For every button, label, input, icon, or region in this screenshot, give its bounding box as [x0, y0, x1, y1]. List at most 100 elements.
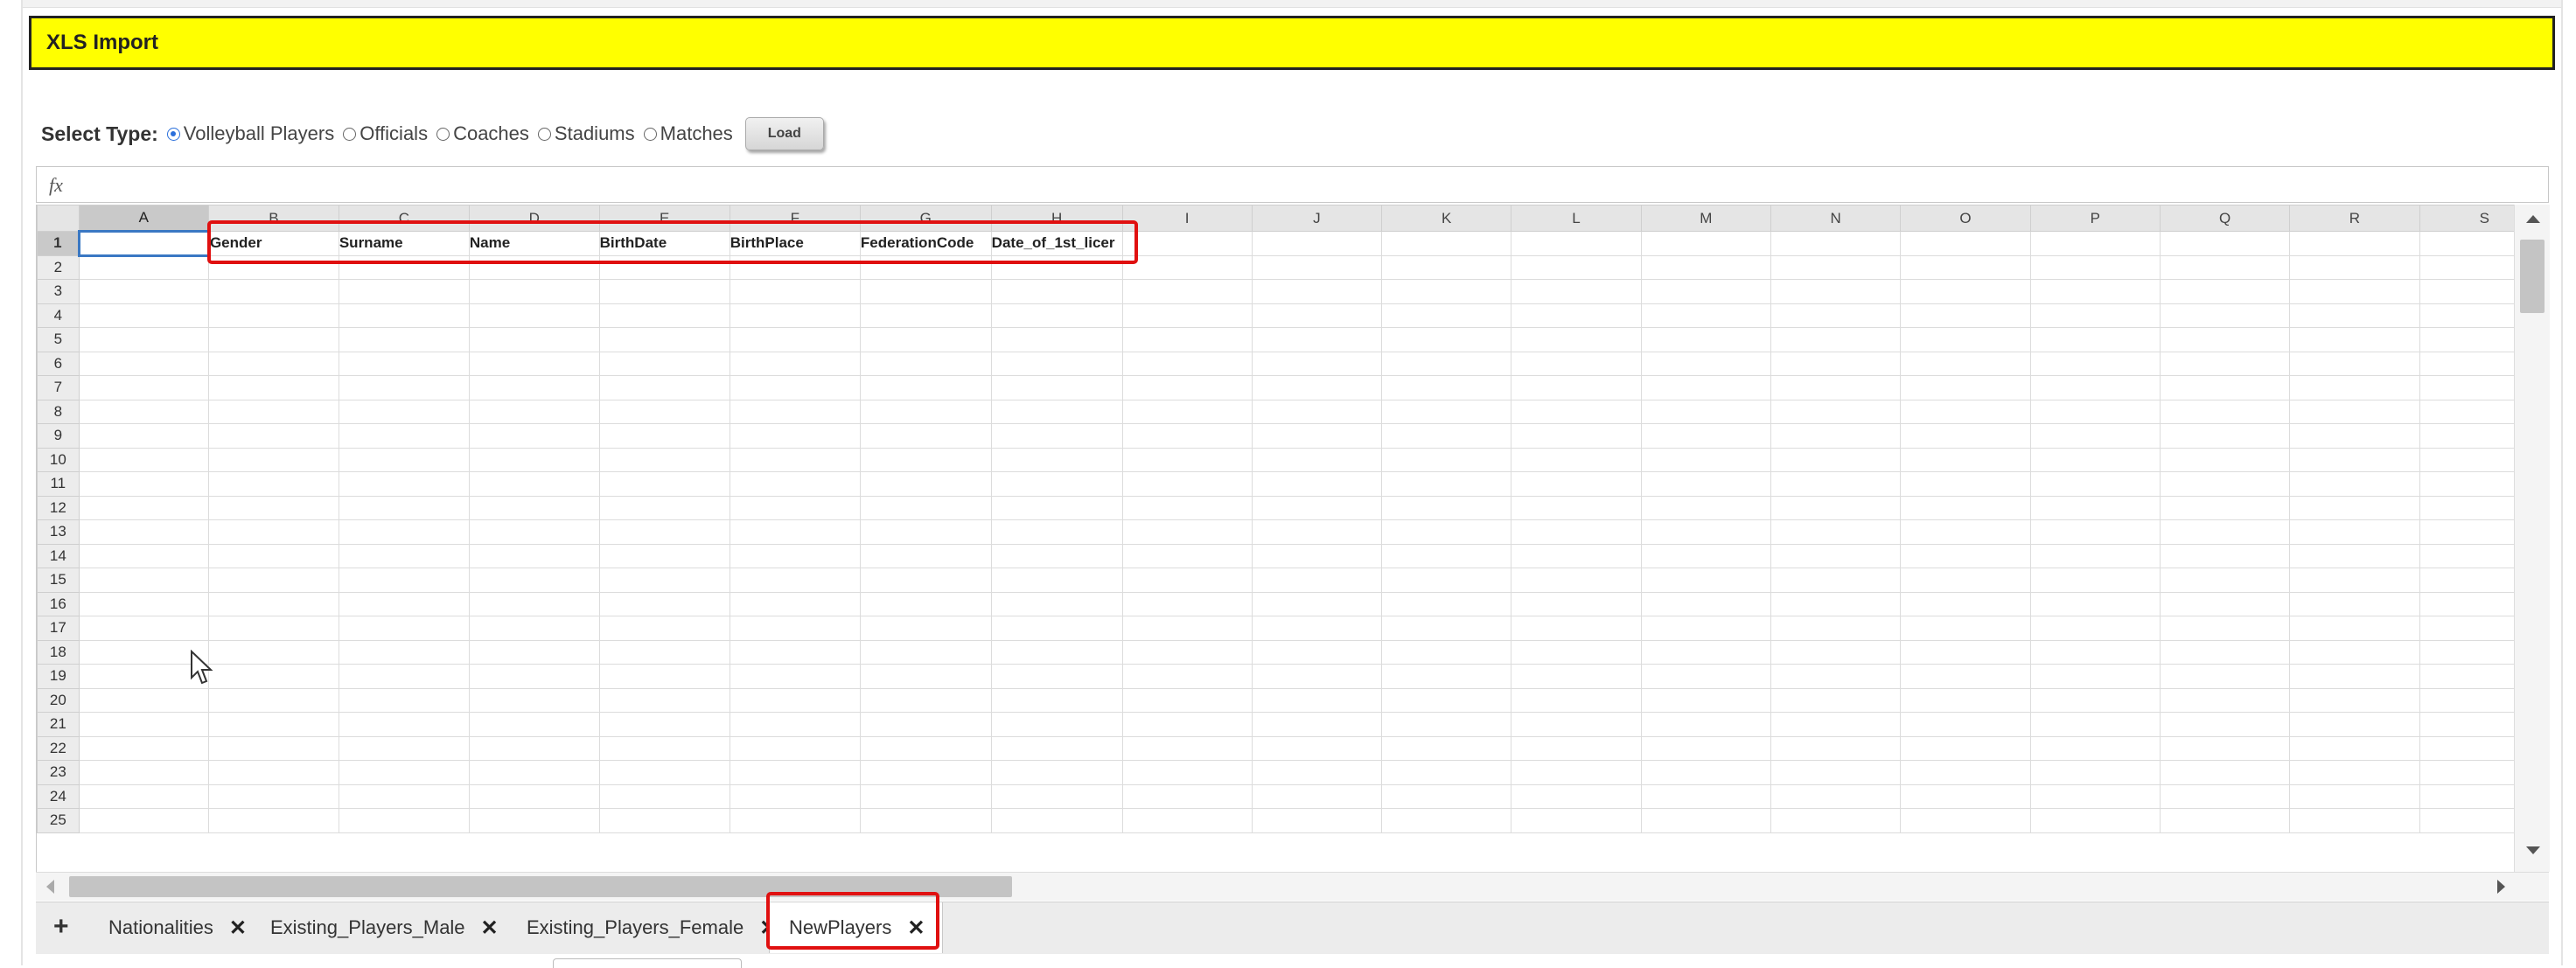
cell[interactable] [598, 616, 730, 641]
cell[interactable] [207, 591, 339, 616]
cell[interactable] [1511, 664, 1642, 689]
cell[interactable] [598, 664, 730, 689]
cell[interactable] [1511, 760, 1642, 785]
cell[interactable] [2289, 808, 2420, 833]
column-header[interactable]: Q [2159, 205, 2291, 232]
cell[interactable] [598, 375, 730, 400]
cell[interactable] [859, 735, 992, 761]
cell[interactable] [78, 591, 209, 616]
cell[interactable] [2029, 639, 2161, 665]
cell[interactable] [338, 760, 470, 785]
scroll-down-icon[interactable] [2526, 846, 2540, 854]
row-header[interactable]: 6 [37, 351, 80, 376]
cell[interactable] [1381, 808, 1512, 833]
cell[interactable] [1251, 399, 1383, 424]
cell[interactable] [1900, 447, 2031, 472]
cell[interactable] [2159, 375, 2291, 400]
cell[interactable] [729, 423, 861, 449]
cell[interactable] [2029, 568, 2161, 593]
cell[interactable] [729, 303, 861, 328]
spreadsheet-grid[interactable]: A B C D E F G H I J K L M N O P Q R S 1 … [36, 205, 2550, 872]
cell[interactable] [1251, 447, 1383, 472]
cell[interactable] [338, 327, 470, 352]
cell[interactable] [1381, 303, 1512, 328]
radio-matches[interactable]: Matches [643, 122, 733, 145]
cell[interactable] [1770, 399, 1902, 424]
cell[interactable] [1900, 616, 2031, 641]
cell[interactable] [990, 279, 1123, 304]
cell[interactable] [598, 735, 730, 761]
row-header[interactable]: 8 [37, 399, 80, 424]
cell[interactable] [1121, 423, 1253, 449]
cell[interactable] [207, 375, 339, 400]
cell[interactable] [1381, 327, 1512, 352]
cell[interactable] [338, 664, 470, 689]
cell[interactable] [338, 254, 470, 280]
column-header[interactable]: E [598, 205, 730, 232]
cell[interactable] [1121, 783, 1253, 809]
cell[interactable] [1511, 543, 1642, 568]
cell[interactable] [1640, 399, 1771, 424]
cell[interactable] [1121, 591, 1253, 616]
cell[interactable] [338, 687, 470, 713]
cell[interactable] [859, 375, 992, 400]
cell[interactable] [1121, 519, 1253, 545]
cell[interactable] [598, 783, 730, 809]
cell[interactable] [1381, 471, 1512, 497]
cell[interactable] [1511, 783, 1642, 809]
cell[interactable] [2159, 303, 2291, 328]
cell[interactable] [859, 254, 992, 280]
cell[interactable] [1900, 279, 2031, 304]
cell[interactable] [598, 279, 730, 304]
cell[interactable] [859, 471, 992, 497]
cell[interactable] [2029, 712, 2161, 737]
cell[interactable] [598, 254, 730, 280]
cell[interactable] [1381, 760, 1512, 785]
cell[interactable] [207, 712, 339, 737]
cell[interactable] [2029, 254, 2161, 280]
cell-h1[interactable]: Date_of_1st_licer [990, 231, 1123, 256]
cell[interactable] [1121, 639, 1253, 665]
cell[interactable] [468, 279, 600, 304]
cell[interactable] [2289, 591, 2420, 616]
cell[interactable] [859, 519, 992, 545]
cell[interactable] [859, 591, 992, 616]
cell[interactable] [207, 760, 339, 785]
cell[interactable] [1511, 808, 1642, 833]
cell[interactable] [1770, 783, 1902, 809]
cell-e1[interactable]: BirthDate [598, 231, 730, 256]
cell[interactable] [1381, 664, 1512, 689]
cell[interactable] [729, 664, 861, 689]
scroll-up-icon[interactable] [2526, 215, 2540, 223]
cell[interactable] [1770, 375, 1902, 400]
cell[interactable] [859, 423, 992, 449]
cell[interactable] [2159, 616, 2291, 641]
cell[interactable] [1900, 712, 2031, 737]
cell[interactable] [990, 327, 1123, 352]
cell[interactable] [729, 399, 861, 424]
cell[interactable] [1381, 687, 1512, 713]
cell[interactable] [1511, 375, 1642, 400]
cell[interactable] [1381, 783, 1512, 809]
cell[interactable] [468, 687, 600, 713]
cell[interactable] [1381, 543, 1512, 568]
cell[interactable] [468, 254, 600, 280]
cell[interactable] [2159, 760, 2291, 785]
cell[interactable] [1121, 327, 1253, 352]
cell[interactable] [729, 687, 861, 713]
cell[interactable] [338, 639, 470, 665]
cell[interactable] [1511, 616, 1642, 641]
cell[interactable] [990, 568, 1123, 593]
cell[interactable] [2029, 616, 2161, 641]
cell[interactable] [859, 712, 992, 737]
cell[interactable] [468, 471, 600, 497]
cell[interactable] [2289, 783, 2420, 809]
cell[interactable] [207, 399, 339, 424]
cell[interactable] [1381, 616, 1512, 641]
cell[interactable] [1640, 808, 1771, 833]
cell[interactable] [1511, 712, 1642, 737]
sheet-table[interactable]: A B C D E F G H I J K L M N O P Q R S 1 … [37, 205, 2550, 833]
cell[interactable] [2029, 279, 2161, 304]
cell[interactable] [2289, 375, 2420, 400]
cell[interactable] [1251, 375, 1383, 400]
